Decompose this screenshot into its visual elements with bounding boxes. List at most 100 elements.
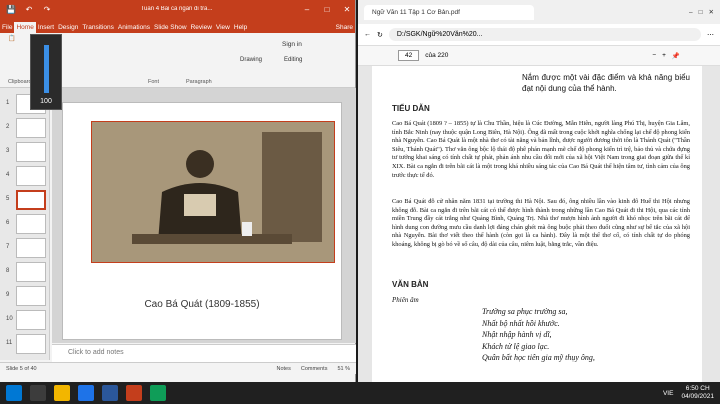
share-button[interactable]: Share — [334, 22, 355, 33]
comments-button[interactable]: Comments — [301, 366, 328, 372]
pdf-viewer-window: Ngữ Văn 11 Tập 1 Cơ Bản.pdf – □ ✕ ← ↻ D:… — [358, 0, 720, 382]
close-icon[interactable]: ✕ — [709, 8, 714, 16]
file-explorer-icon[interactable] — [54, 385, 70, 401]
tab-home[interactable]: Home — [14, 22, 36, 33]
page-number-input[interactable]: 42 — [398, 50, 420, 61]
word-icon[interactable] — [102, 385, 118, 401]
refresh-icon[interactable]: ↻ — [377, 31, 383, 39]
save-icon[interactable]: 💾 — [4, 5, 18, 14]
volume-flyout[interactable]: 100 — [30, 34, 62, 110]
slide-thumbnail[interactable]: 10 — [6, 310, 48, 334]
notes-button[interactable]: Notes — [276, 366, 290, 372]
slide-editor: Cao Bá Quát (1809-1855) — [52, 88, 356, 343]
slide-thumbnail[interactable]: 5 — [6, 190, 48, 214]
language-indicator[interactable]: VIE — [663, 390, 673, 397]
slide-thumbnail[interactable]: 6 — [6, 214, 48, 238]
close-icon[interactable]: ✕ — [339, 5, 355, 14]
maximize-icon[interactable]: □ — [319, 5, 335, 14]
browser-title-bar: Ngữ Văn 11 Tập 1 Cơ Bản.pdf – □ ✕ — [358, 0, 720, 24]
tab-design[interactable]: Design — [56, 22, 80, 33]
thumbnail-preview — [16, 166, 46, 186]
thumbnail-number: 4 — [6, 172, 10, 178]
slide-thumbnail[interactable]: 4 — [6, 166, 48, 190]
slide-thumbnail[interactable]: 2 — [6, 118, 48, 142]
edge-icon[interactable] — [78, 385, 94, 401]
volume-slider[interactable] — [44, 45, 49, 93]
thumbnail-number: 1 — [6, 100, 10, 106]
search-icon[interactable] — [30, 385, 46, 401]
thumbnail-preview — [16, 214, 46, 234]
undo-icon[interactable]: ↶ — [22, 5, 36, 14]
slide-thumbnail[interactable]: 11 — [6, 334, 48, 358]
portrait-illustration — [92, 122, 334, 262]
window-title: Tuan 4 Bai ca ngan di tra... — [140, 6, 213, 12]
thumbnail-preview — [16, 334, 46, 354]
tab-file[interactable]: File — [0, 22, 14, 33]
slide-thumbnail[interactable]: 8 — [6, 262, 48, 286]
tab-animations[interactable]: Animations — [116, 22, 152, 33]
tab-insert[interactable]: Insert — [36, 22, 56, 33]
editing-button[interactable]: Editing — [284, 57, 302, 63]
pdf-tab[interactable]: Ngữ Văn 11 Tập 1 Cơ Bản.pdf — [364, 4, 534, 20]
current-slide[interactable]: Cao Bá Quát (1809-1855) — [62, 102, 342, 340]
thumbnail-number: 6 — [6, 220, 10, 226]
sign-in-link[interactable]: Sign in — [282, 41, 302, 48]
thumbnail-preview — [16, 310, 46, 330]
tab-help[interactable]: Help — [232, 22, 249, 33]
group-font: Font — [148, 79, 160, 85]
thumbnail-number: 8 — [6, 268, 10, 274]
poem: Trường sa phục trường sa, Nhất bộ nhất h… — [482, 306, 595, 364]
zoom-out-icon[interactable]: − — [652, 52, 656, 59]
thumbnail-number: 9 — [6, 292, 10, 298]
settings-icon[interactable]: ⋯ — [707, 31, 714, 39]
powerpoint-window: 💾 ↶ ↷ Tuan 4 Bai ca ngan di tra... – □ ✕… — [0, 0, 356, 382]
thumbnail-number: 10 — [6, 316, 13, 322]
tab-review[interactable]: Review — [189, 22, 214, 33]
poem-line: Trường sa phục trường sa, — [482, 307, 568, 316]
tab-view[interactable]: View — [214, 22, 232, 33]
slide-thumbnail[interactable]: 9 — [6, 286, 48, 310]
back-icon[interactable]: ← — [364, 31, 371, 38]
poem-line: Quân bất học tiên gia mỹ thụy ông, — [482, 353, 595, 362]
system-tray: VIE 6:50 CH 04/09/2021 — [663, 385, 714, 401]
minimize-icon[interactable]: – — [299, 5, 315, 14]
taskbar: VIE 6:50 CH 04/09/2021 — [0, 382, 720, 404]
intro-paragraph-1: Cao Bá Quát (1809 ? – 1855) tự là Chu Th… — [392, 120, 690, 179]
thumbnail-preview — [16, 142, 46, 162]
group-paragraph: Paragraph — [186, 79, 212, 85]
redo-icon[interactable]: ↷ — [40, 5, 54, 14]
clock-date: 04/09/2021 — [681, 393, 714, 400]
zalo-icon[interactable] — [150, 385, 166, 401]
notes-pane[interactable]: Click to add notes — [52, 344, 356, 362]
maximize-icon[interactable]: □ — [699, 9, 703, 16]
minimize-icon[interactable]: – — [689, 9, 693, 16]
portrait-photo[interactable] — [91, 121, 335, 263]
pin-icon[interactable]: 📌 — [672, 52, 680, 60]
clock[interactable]: 6:50 CH 04/09/2021 — [681, 385, 714, 401]
heading-text: VĂN BẢN — [392, 280, 429, 289]
page-total: của 220 — [425, 52, 449, 59]
tab-transitions[interactable]: Transitions — [80, 22, 116, 33]
slide-thumbnail[interactable]: 7 — [6, 238, 48, 262]
phien-am-label: Phiên âm — [392, 296, 419, 304]
volume-fill — [44, 45, 49, 93]
poem-line: Nhật nhập hành vị dĩ, — [482, 330, 552, 339]
ppt-title-bar: 💾 ↶ ↷ Tuan 4 Bai ca ngan di tra... – □ ✕ — [0, 0, 355, 18]
powerpoint-icon[interactable] — [126, 385, 142, 401]
url-field[interactable]: D:/SGK/Ngữ%20Văn%20... — [388, 28, 701, 41]
zoom-level[interactable]: 51 % — [337, 366, 350, 372]
intro-paragraph-2: Cao Bá Quát đỗ cử nhân năm 1831 tại trườ… — [392, 198, 690, 248]
start-icon[interactable] — [6, 385, 22, 401]
drawing-button[interactable]: Drawing — [240, 57, 262, 63]
thumbnail-number: 7 — [6, 244, 10, 250]
poem-line: Nhất bộ nhất hồi khước. — [482, 318, 560, 328]
ribbon-tabs: File Home Insert Design Transitions Anim… — [0, 18, 355, 33]
thumbnail-preview — [16, 238, 46, 258]
zoom-in-icon[interactable]: + — [662, 52, 666, 59]
poem-line: Khách tử lệ giao lạc. — [482, 341, 550, 351]
pdf-page: Nắm được một vài đặc điểm và khả năng bi… — [372, 66, 702, 382]
paste-icon[interactable]: 📋 — [8, 35, 15, 42]
thumbnail-preview — [16, 286, 46, 306]
tab-slide-show[interactable]: Slide Show — [152, 22, 189, 33]
slide-thumbnail[interactable]: 3 — [6, 142, 48, 166]
